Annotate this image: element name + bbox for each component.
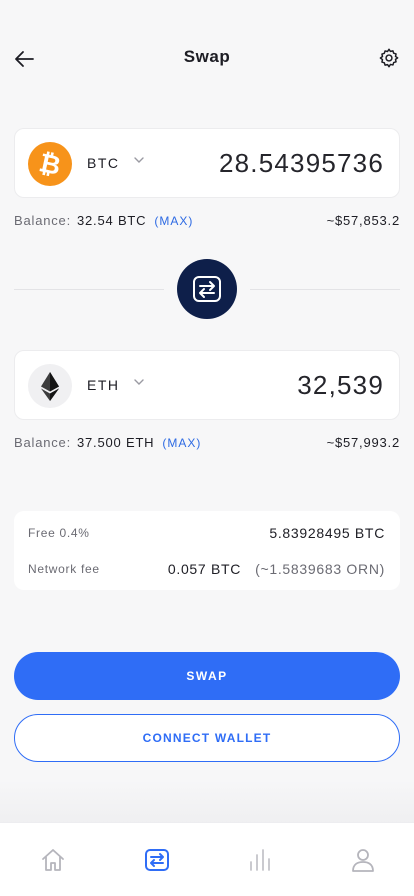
tab-bar (0, 822, 414, 896)
max-button[interactable]: (MAX) (162, 436, 201, 450)
from-token-card[interactable]: ₿ BTC 28.54395736 (14, 128, 400, 198)
network-fee-values: 0.057 BTC (~1.5839683 ORN) (168, 561, 385, 577)
max-button[interactable]: (MAX) (154, 214, 193, 228)
header: Swap (0, 0, 414, 116)
tab-chart[interactable] (246, 845, 276, 875)
from-amount-input[interactable]: 28.54395736 (219, 148, 384, 179)
fee-card: Free 0.4% 5.83928495 BTC Network fee 0.0… (14, 511, 400, 590)
connect-wallet-button[interactable]: CONNECT WALLET (14, 714, 400, 762)
network-fee-value: 0.057 BTC (167, 561, 242, 577)
to-amount-input[interactable]: 32,539 (297, 370, 384, 401)
to-token-symbol[interactable]: ETH (87, 377, 120, 393)
tab-swap[interactable] (142, 845, 172, 875)
ethereum-icon (28, 364, 72, 408)
free-fee-label: Free 0.4% (28, 526, 90, 540)
balance-label: Balance: (14, 435, 71, 450)
to-token-card[interactable]: ETH 32,539 (14, 350, 400, 420)
balance-value: 32.54 BTC (77, 213, 147, 228)
page-title: Swap (183, 47, 231, 66)
network-fee-row: Network fee 0.057 BTC (~1.5839683 ORN) (28, 561, 385, 579)
free-fee-row: Free 0.4% 5.83928495 BTC (28, 525, 385, 543)
bottom-fade (0, 780, 414, 824)
swap-button[interactable]: SWAP (14, 652, 400, 700)
tab-home[interactable] (38, 845, 68, 875)
swap-direction-button[interactable] (177, 259, 237, 319)
balance-label: Balance: (14, 213, 71, 228)
network-fee-equivalent: (~1.5839683 ORN) (255, 561, 385, 577)
chevron-down-icon[interactable] (132, 375, 146, 389)
settings-button[interactable] (376, 45, 402, 71)
svg-text:₿: ₿ (36, 148, 63, 182)
usd-value: ~$57,853.2 (326, 213, 400, 228)
swap-icon (145, 849, 169, 871)
from-balance-row: Balance: 32.54 BTC (MAX) ~$57,853.2 (14, 213, 400, 231)
tab-profile[interactable] (348, 845, 378, 875)
free-fee-value: 5.83928495 BTC (269, 525, 385, 541)
swap-arrows-icon (193, 276, 221, 302)
profile-icon (352, 849, 374, 872)
chart-icon (250, 849, 270, 871)
home-icon (42, 849, 64, 871)
gear-icon (379, 48, 399, 68)
from-token-symbol[interactable]: BTC (87, 155, 120, 171)
chevron-down-icon[interactable] (132, 153, 146, 167)
to-balance-row: Balance: 37.500 ETH (MAX) ~$57,993.2 (14, 435, 400, 453)
bitcoin-icon: ₿ (28, 142, 72, 186)
divider-left (14, 289, 164, 290)
balance-value: 37.500 ETH (77, 435, 155, 450)
divider-right (250, 289, 400, 290)
usd-value: ~$57,993.2 (326, 435, 400, 450)
network-fee-label: Network fee (28, 562, 100, 576)
